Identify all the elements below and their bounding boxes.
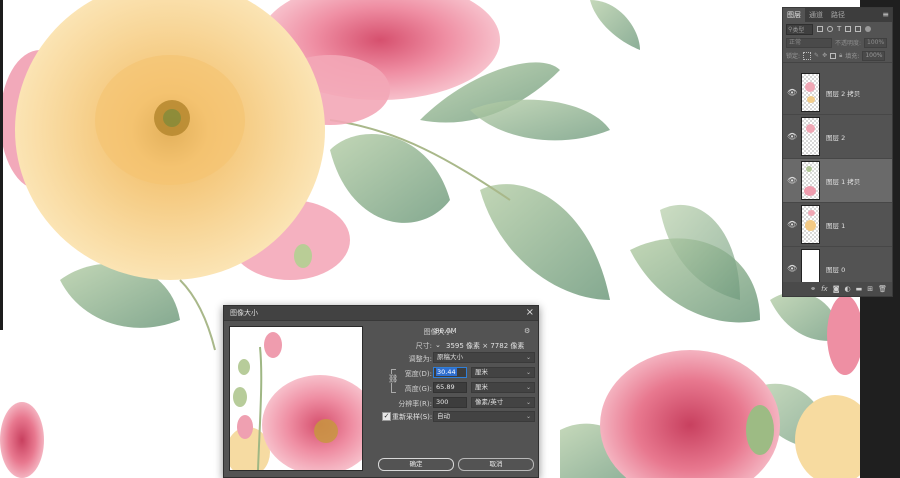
layer-name[interactable]: 图层 1 — [826, 220, 845, 230]
resolution-input[interactable]: 300 — [433, 397, 467, 408]
delete-icon[interactable]: 🗑︎ — [878, 285, 887, 293]
filter-toggle-icon[interactable] — [865, 26, 872, 32]
adjustment-icon[interactable]: ◐ — [845, 285, 851, 293]
layer-name[interactable]: 图层 1 拷贝 — [826, 176, 860, 186]
layer-thumbnail — [801, 117, 820, 156]
layer-row[interactable]: 👁︎ 图层 2 拷贝 — [783, 71, 892, 115]
height-label: 高度(G): — [404, 385, 432, 393]
filter-placeholder: 类型 — [792, 26, 805, 34]
fill-label: 填充: — [845, 53, 860, 60]
layers-panel: 图层 通道 路径 ≡ ⚲ 类型 T 正常 不透明度: 100% 锁定: ✎ ✥ … — [782, 7, 893, 297]
blend-row: 正常 不透明度: 100% — [783, 36, 892, 49]
layer-filter-row: ⚲ 类型 T — [783, 22, 892, 36]
fit-to-select[interactable]: 原稿大小 ⌄ — [433, 352, 535, 363]
dialog-title: 图像大小 — [230, 309, 258, 317]
width-label: 宽度(D): — [404, 370, 432, 378]
layer-name[interactable]: 图层 2 — [826, 132, 845, 142]
fit-to-value: 原稿大小 — [437, 353, 463, 361]
height-input[interactable]: 65.89 — [433, 382, 467, 393]
width-value: 30.44 — [436, 368, 457, 376]
resolution-unit: 像素/英寸 — [475, 398, 504, 406]
dimensions-label: 尺寸: — [415, 342, 432, 350]
hamburger-icon[interactable]: ≡ — [882, 8, 889, 22]
eye-icon[interactable]: 👁︎ — [787, 176, 797, 185]
resample-label: 重新采样(S): — [392, 413, 433, 421]
height-value: 65.89 — [436, 383, 455, 391]
eye-icon[interactable]: 👁︎ — [787, 264, 797, 273]
filter-shape-icon[interactable] — [845, 26, 852, 32]
dialog-titlebar[interactable]: 图像大小 × — [224, 306, 538, 321]
height-unit: 厘米 — [475, 383, 488, 391]
chevron-down-icon: ⌄ — [525, 399, 531, 406]
cancel-button[interactable]: 取消 — [458, 458, 534, 471]
tab-channels[interactable]: 通道 — [805, 8, 827, 22]
resample-checkbox[interactable]: ✓ — [382, 412, 391, 421]
chevron-down-icon: ⌄ — [525, 413, 531, 420]
blend-mode-select[interactable]: 正常 — [786, 37, 832, 48]
image-preview[interactable] — [229, 326, 363, 471]
resolution-label: 分辨率(R): — [398, 400, 432, 408]
close-icon[interactable]: × — [526, 308, 534, 318]
lock-row: 锁定: ✎ ✥ 🔒︎ 填充: 100% — [783, 49, 892, 63]
eye-icon[interactable]: 👁︎ — [787, 132, 797, 141]
group-icon[interactable]: ▬ — [856, 285, 863, 293]
dimensions-toggle[interactable]: ⌄ — [435, 341, 441, 349]
layer-list: 👁︎ 图层 2 拷贝 👁︎ 图层 2 👁︎ 图层 1 拷贝 👁︎ 图层 1 👁︎… — [783, 71, 892, 291]
layer-row[interactable]: 👁︎ 图层 1 拷贝 — [783, 159, 892, 203]
width-input[interactable]: 30.44 — [433, 367, 467, 378]
eye-icon[interactable]: 👁︎ — [787, 88, 797, 97]
new-layer-icon[interactable]: ⊞ — [867, 285, 873, 293]
fit-to-label: 调整为: — [408, 355, 432, 363]
lock-artboard-icon[interactable] — [830, 52, 837, 59]
lock-label: 锁定: — [786, 53, 801, 60]
preview-image — [230, 332, 362, 470]
chevron-down-icon: ⌄ — [525, 369, 531, 376]
tab-paths[interactable]: 路径 — [827, 8, 849, 22]
opacity-label: 不透明度: — [835, 40, 862, 47]
filter-pixel-icon[interactable] — [817, 26, 823, 32]
ok-button[interactable]: 确定 — [378, 458, 454, 471]
filter-type-icon[interactable]: T — [837, 25, 841, 33]
link-icon[interactable]: ⚭ — [810, 285, 816, 293]
lock-paint-icon[interactable]: ✎ — [814, 52, 819, 59]
filter-type-select[interactable]: ⚲ 类型 — [786, 23, 813, 35]
layer-name[interactable]: 图层 0 — [826, 264, 845, 274]
tab-layers[interactable]: 图层 — [783, 8, 805, 22]
layer-row[interactable]: 👁︎ 图层 1 — [783, 203, 892, 247]
opacity-value[interactable]: 100% — [864, 37, 888, 48]
layer-thumbnail — [801, 73, 820, 112]
resample-select[interactable]: 自动 ⌄ — [433, 411, 535, 422]
fx-icon[interactable]: fx — [821, 285, 828, 293]
lock-position-icon[interactable]: ✥ — [822, 52, 827, 59]
layers-panel-footer: ⚭ fx ◙ ◐ ▬ ⊞ 🗑︎ — [783, 282, 892, 296]
height-unit-select[interactable]: 厘米 ⌄ — [471, 382, 535, 393]
layer-row[interactable]: 👁︎ 图层 2 — [783, 115, 892, 159]
eye-icon[interactable]: 👁︎ — [787, 220, 797, 229]
resample-value: 自动 — [437, 412, 450, 420]
filter-adjustment-icon[interactable] — [827, 26, 833, 32]
panel-tabs: 图层 通道 路径 ≡ — [783, 8, 892, 22]
resolution-unit-select[interactable]: 像素/英寸 ⌄ — [471, 397, 535, 408]
layer-name[interactable]: 图层 2 拷贝 — [826, 88, 860, 98]
filter-smart-object-icon[interactable] — [855, 26, 862, 32]
image-size-dialog: 图像大小 × 图像大小: 80.0M ⚙ 尺寸: ⌄ 3595 像素 × 778… — [223, 305, 539, 478]
canvas-edge — [0, 0, 3, 330]
mask-icon[interactable]: ◙ — [833, 285, 840, 293]
chevron-down-icon: ⌄ — [525, 354, 531, 361]
dimensions-value: 3595 像素 × 7782 像素 — [446, 342, 525, 350]
layer-thumbnail — [801, 205, 820, 244]
fill-value[interactable]: 100% — [862, 50, 886, 61]
gear-icon[interactable]: ⚙ — [524, 327, 530, 335]
chevron-down-icon: ⌄ — [525, 384, 531, 391]
resolution-value: 300 — [436, 398, 449, 406]
lock-transparent-icon[interactable] — [803, 51, 812, 60]
image-size-value: 80.0M — [435, 327, 457, 335]
layer-thumbnail — [801, 161, 820, 200]
width-unit: 厘米 — [475, 368, 488, 376]
width-unit-select[interactable]: 厘米 ⌄ — [471, 367, 535, 378]
lock-all-icon[interactable]: 🔒︎ — [839, 52, 842, 60]
